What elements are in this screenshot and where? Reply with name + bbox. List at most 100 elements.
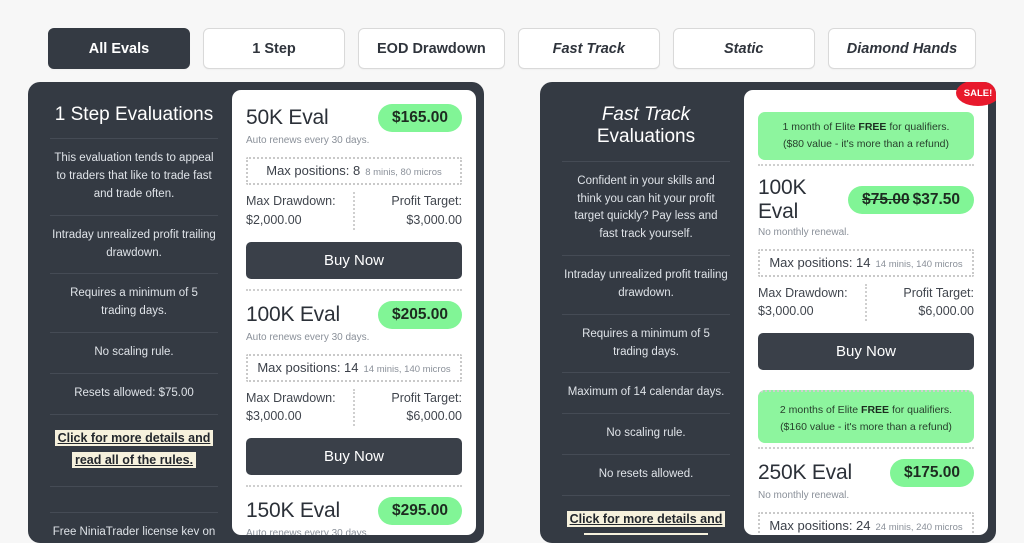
sale-badge: SALE! [956,82,996,106]
max-positions-value: Max positions: 14 [769,254,871,270]
tab-all-evals[interactable]: All Evals [48,28,190,69]
eval-column: 1 Step Evaluations This evaluation tends … [28,82,484,543]
eval-info-title: Fast Track Evaluations [562,100,730,161]
max-positions-detail: 24 minis, 240 micros [875,521,963,533]
eval-rules-link[interactable]: Click for more details and read all of t… [566,510,726,535]
buy-now-button[interactable]: Buy Now [758,333,974,371]
product-current-price: $295.00 [391,502,448,519]
product-max-positions: Max positions: 24 24 minis, 240 micros [758,511,974,535]
eval-info-row: Intraday unrealized profit trailing draw… [50,214,218,274]
product-price-badge: $165.00 [377,104,462,132]
eval-info-row: Requires a minimum of 5 trading days. [562,313,730,373]
eval-products-panel: 50K Eval $165.00 Auto renews every 30 days… [232,90,476,535]
eval-info-title-italic: Fast Track [601,104,691,125]
eval-product-card: 250K Eval $175.00 No monthly renewal. Max p… [758,446,974,535]
product-header: 50K Eval $165.00 [246,104,462,132]
profit-target-label: Profit Target: [903,285,974,300]
tab-fast-track[interactable]: Fast Track [517,28,660,69]
promo-line1-post: for qualifiers. [886,121,950,133]
product-price-badge: $295.00 [377,497,462,525]
max-positions-detail: 14 minis, 140 micros [875,258,963,270]
eval-info-row: No scaling rule. [50,332,218,373]
eval-product-card: 150K Eval $295.00 Auto renews every 30 day… [246,485,462,535]
eval-info-row: Maximum of 14 calendar days. [562,372,730,413]
product-old-price: $75.00 [862,190,910,208]
product-stats: Max Drawdown: $3,000.00 Profit Target: $6,0… [246,388,462,427]
eval-product-card: 100K Eval $205.00 Auto renews every 30 day… [246,288,462,486]
product-renewal-note: No monthly renewal. [758,226,850,238]
eval-product-card: 100K Eval $75.00 $37.50 No monthly renewal.… [758,163,974,381]
product-current-price: $165.00 [391,109,448,126]
eval-info-title-main: Evaluations [596,126,696,148]
product-price-badge: $205.00 [377,300,462,329]
max-drawdown-label: Max Drawdown: [246,390,336,405]
promo-free-word: FREE [861,404,890,417]
max-positions-detail: 8 minis, 80 micros [365,167,442,178]
max-drawdown-stat: Max Drawdown: $3,000.00 [246,388,355,426]
buy-now-button[interactable]: Buy Now [246,438,462,475]
product-max-positions: Max positions: 14 14 minis, 140 micros [246,353,462,382]
eval-column: SALE! Fast Track Evaluations Confident in y… [540,82,996,543]
product-price-badge: $175.00 [889,458,974,487]
max-positions-detail: 14 minis, 140 micros [363,363,451,375]
eval-rules-link-row: Click for more details and read all of t… [50,413,218,487]
profit-target-value: $6,000.00 [918,304,974,319]
max-drawdown-label: Max Drawdown: [758,285,848,300]
eval-product-card: 50K Eval $165.00 Auto renews every 30 days… [246,102,462,289]
product-header: 250K Eval $175.00 [758,458,974,487]
eval-info-row: No scaling rule. [562,413,730,454]
product-current-price: $205.00 [391,305,448,323]
promo-banner: 2 months of Elite FREE for qualifiers. ($… [758,390,974,443]
promo-line1-pre: 2 months of Elite [779,404,862,417]
eval-info-row: Free NinjaTrader license key on eval and… [50,512,218,535]
product-name: 250K Eval [758,460,852,484]
profit-target-label: Profit Target: [391,390,462,405]
max-drawdown-value: $2,000.00 [246,212,302,227]
max-positions-value: Max positions: 24 [769,517,871,533]
tab-1-step[interactable]: 1 Step [203,28,345,69]
profit-target-value: $6,000.00 [406,409,462,424]
buy-now-button[interactable]: Buy Now [246,241,462,279]
product-name: 100K Eval [758,175,807,223]
max-positions-value: Max positions: 8 [266,163,361,178]
eval-info-row: Requires a minimum of 5 trading days. [50,273,218,332]
max-drawdown-label: Max Drawdown: [246,194,336,208]
product-renewal-note: Auto renews every 30 days. [246,331,370,343]
eval-info-row: Confident in your skills and think you c… [562,160,730,255]
product-max-positions: Max positions: 14 14 minis, 140 micros [758,248,974,277]
eval-info-row: Intraday unrealized profit trailing draw… [562,255,730,314]
max-drawdown-value: $3,000.00 [758,304,814,319]
max-drawdown-stat: Max Drawdown: $3,000.00 [758,283,867,322]
product-price-badge: $75.00 $37.50 [848,185,974,214]
product-name: 50K Eval [246,106,329,129]
eval-info-spacer [50,486,218,512]
max-drawdown-stat: Max Drawdown: $2,000.00 [246,192,355,230]
profit-target-stat: Profit Target: $6,000.00 [355,389,462,427]
product-name: 100K Eval [246,302,340,326]
promo-line1-post: for qualifiers. [889,404,953,417]
profit-target-stat: Profit Target: $3,000.00 [355,192,462,230]
product-renewal-note: No monthly renewal. [758,489,850,501]
eval-info-row: This evaluation tends to appeal to trade… [50,138,218,214]
product-max-positions: Max positions: 8 8 minis, 80 micros [246,157,462,185]
tab-diamond-hands[interactable]: Diamond Hands [827,28,977,69]
eval-columns: 1 Step Evaluations This evaluation tends … [0,82,1024,543]
eval-products-panel: 1 month of Elite FREE for qualifiers. ($8… [744,90,988,535]
product-renewal-note: Auto renews every 30 days. [246,135,370,146]
product-stats: Max Drawdown: $2,000.00 Profit Target: $3,0… [246,192,462,230]
promo-free-word: FREE [858,121,887,133]
promo-line2: ($160 value - it's more than a refund) [780,420,952,433]
eval-rules-link[interactable]: Click for more details and read all of t… [54,429,214,468]
eval-info-row: Resets allowed: $75.00 [50,372,218,414]
tab-eod-drawdown[interactable]: EOD Drawdown [358,28,505,69]
eval-info-title: 1 Step Evaluations [50,100,218,138]
eval-info-panel: Fast Track Evaluations Confident in your s… [548,90,744,535]
eval-info-title-main: 1 Step Evaluations [54,104,214,125]
tab-static[interactable]: Static [672,28,815,69]
promo-line2: ($80 value - it's more than a refund) [782,137,949,150]
product-current-price: $175.00 [903,463,960,481]
profit-target-stat: Profit Target: $6,000.00 [867,284,974,322]
max-drawdown-value: $3,000.00 [246,409,302,424]
profit-target-label: Profit Target: [391,194,462,208]
eval-type-tabbar: All Evals 1 Step EOD Drawdown Fast Track Sta… [0,0,1024,82]
